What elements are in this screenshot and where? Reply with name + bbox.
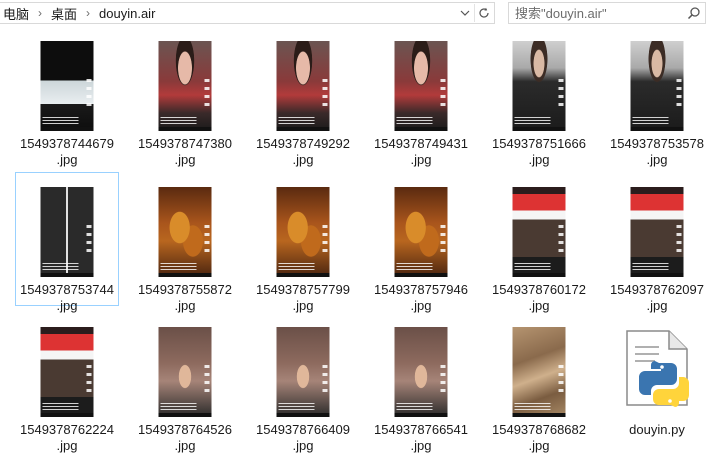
file-name: 1549378760172 .jpg	[492, 282, 586, 313]
file-item[interactable]: 1549378757799 .jpg	[251, 172, 355, 313]
file-item[interactable]: 1549378749292 .jpg	[251, 26, 355, 167]
file-name: 1549378744679 .jpg	[20, 136, 114, 167]
file-name: 1549378749431 .jpg	[374, 136, 468, 167]
image-thumbnail	[394, 187, 448, 277]
image-thumbnail	[630, 41, 684, 131]
file-item[interactable]: 1549378755872 .jpg	[133, 172, 237, 313]
file-item[interactable]: 1549378766409 .jpg	[251, 312, 355, 453]
file-name: 1549378747380 .jpg	[138, 136, 232, 167]
file-name: 1549378753578 .jpg	[610, 136, 704, 167]
image-thumbnail	[394, 327, 448, 417]
file-item[interactable]: 1549378751666 .jpg	[487, 26, 591, 167]
file-name: 1549378764526 .jpg	[138, 422, 232, 453]
file-name: 1549378762097 .jpg	[610, 282, 704, 313]
file-item[interactable]: 1549378768682 .jpg	[487, 312, 591, 453]
image-thumbnail	[512, 327, 566, 417]
search-icon[interactable]	[687, 6, 701, 23]
address-bar[interactable]: 电脑 › 桌面 › douyin.air	[0, 2, 495, 24]
image-thumbnail	[158, 41, 212, 131]
file-item[interactable]: 1549378762097 .jpg	[605, 172, 707, 313]
image-thumbnail	[158, 327, 212, 417]
image-thumbnail	[512, 41, 566, 131]
image-thumbnail	[512, 187, 566, 277]
file-name: 1549378755872 .jpg	[138, 282, 232, 313]
file-item[interactable]: 1549378744679 .jpg	[15, 26, 119, 167]
file-item[interactable]: 1549378760172 .jpg	[487, 172, 591, 313]
file-name: 1549378766409 .jpg	[256, 422, 350, 453]
search-box[interactable]	[508, 2, 706, 24]
search-input[interactable]	[515, 4, 685, 22]
file-item[interactable]: 1549378766541 .jpg	[369, 312, 473, 453]
breadcrumb-separator-icon[interactable]: ›	[81, 6, 95, 20]
file-name: 1549378762224 .jpg	[20, 422, 114, 453]
file-item[interactable]: 1549378764526 .jpg	[133, 312, 237, 453]
image-thumbnail	[394, 41, 448, 131]
file-name: 1549378753744 .jpg	[20, 282, 114, 313]
file-grid: 1549378744679 .jpg 1549378747380 .jpg 1549…	[0, 26, 707, 453]
breadcrumb-current-folder[interactable]: douyin.air	[95, 6, 159, 21]
image-thumbnail	[276, 41, 330, 131]
chevron-down-icon[interactable]	[456, 4, 474, 22]
image-thumbnail	[158, 187, 212, 277]
file-item[interactable]: 1549378762224 .jpg	[15, 312, 119, 453]
image-thumbnail	[40, 327, 94, 417]
file-item-python[interactable]: douyin.py	[605, 312, 707, 446]
file-name: 1549378749292 .jpg	[256, 136, 350, 167]
file-name: 1549378768682 .jpg	[492, 422, 586, 453]
file-item[interactable]: 1549378753744 .jpg	[15, 172, 119, 313]
image-thumbnail	[40, 41, 94, 131]
file-item[interactable]: 1549378747380 .jpg	[133, 26, 237, 167]
image-thumbnail	[630, 187, 684, 277]
file-name: 1549378757799 .jpg	[256, 282, 350, 313]
file-item[interactable]: 1549378749431 .jpg	[369, 26, 473, 167]
file-item[interactable]: 1549378757946 .jpg	[369, 172, 473, 313]
file-name: douyin.py	[629, 422, 685, 437]
python-file-icon	[625, 329, 689, 412]
breadcrumb-this-pc[interactable]: 电脑	[0, 4, 33, 23]
refresh-icon[interactable]	[474, 4, 493, 22]
breadcrumb-desktop[interactable]: 桌面	[47, 4, 81, 23]
breadcrumb-separator-icon[interactable]: ›	[33, 6, 47, 20]
file-name: 1549378757946 .jpg	[374, 282, 468, 313]
file-name: 1549378766541 .jpg	[374, 422, 468, 453]
toolbar: 电脑 › 桌面 › douyin.air	[0, 0, 707, 26]
file-name: 1549378751666 .jpg	[492, 136, 586, 167]
image-thumbnail	[40, 187, 94, 277]
image-thumbnail	[276, 327, 330, 417]
image-thumbnail	[276, 187, 330, 277]
file-item[interactable]: 1549378753578 .jpg	[605, 26, 707, 167]
